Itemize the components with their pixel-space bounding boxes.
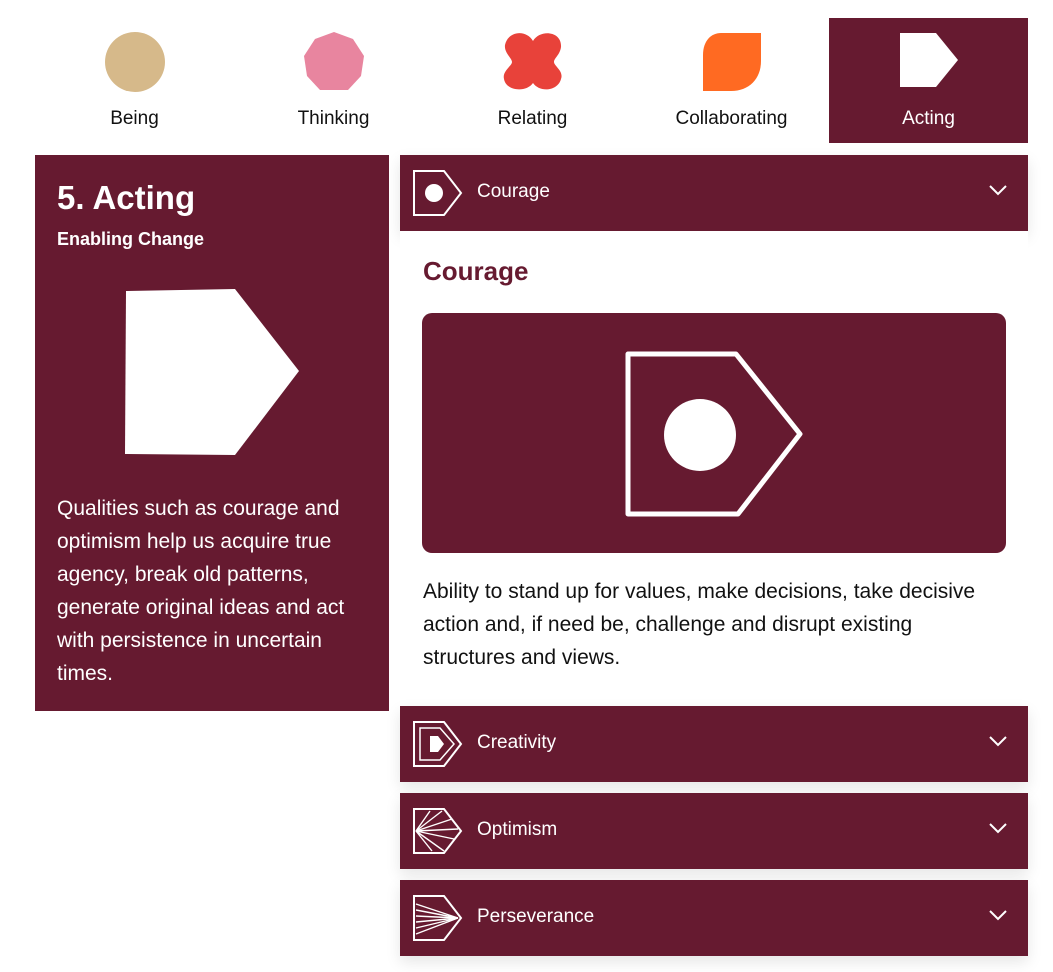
accordion-label: Perseverance	[477, 906, 595, 927]
chevron-down-icon	[989, 185, 1007, 196]
tab-acting[interactable]: Acting	[829, 18, 1028, 143]
accordion-item-courage[interactable]: Courage	[400, 155, 1028, 231]
quatrefoil-shape-icon	[503, 33, 562, 90]
leaf-shape-icon	[703, 33, 761, 91]
accordion-label: Creativity	[477, 732, 557, 753]
circle-shape-icon	[105, 32, 165, 92]
pentagon-arrow-shape-icon	[900, 33, 958, 87]
perseverance-icon	[413, 895, 463, 941]
tab-label: Acting	[902, 108, 955, 129]
pentagon-arrow-shape-icon	[125, 289, 299, 455]
panel-text: Ability to stand up for values, make dec…	[423, 580, 976, 669]
accordion-item-perseverance[interactable]: Perseverance	[400, 880, 1028, 956]
tab-label: Relating	[497, 108, 568, 129]
courage-icon	[413, 170, 463, 216]
category-subtitle: Enabling Change	[57, 229, 205, 249]
accordion-item-optimism[interactable]: Optimism	[400, 793, 1028, 869]
accordion-label: Courage	[477, 181, 550, 202]
category-description: Qualities such as courage and optimism h…	[57, 497, 345, 685]
category-info-card: 5. Acting Enabling Change Qualities such…	[35, 155, 389, 711]
tab-label: Thinking	[297, 108, 370, 129]
panel-heading: Courage	[423, 256, 529, 286]
nonagon-shape-icon	[304, 32, 364, 90]
tab-being[interactable]: Being	[35, 18, 234, 143]
accordion-panel-courage: Courage Ability to stand up for values, …	[400, 231, 1028, 706]
tab-thinking[interactable]: Thinking	[234, 18, 433, 143]
courage-illustration	[422, 313, 1006, 553]
accordion-item-creativity[interactable]: Creativity	[400, 706, 1028, 782]
accordion-label: Optimism	[477, 819, 558, 840]
chevron-down-icon	[989, 910, 1007, 921]
chevron-down-icon	[989, 736, 1007, 747]
tab-collaborating[interactable]: Collaborating	[632, 18, 831, 143]
tab-label: Collaborating	[675, 108, 788, 129]
tab-relating[interactable]: Relating	[433, 18, 632, 143]
category-title: 5. Acting	[57, 179, 196, 216]
category-tabs: Being Thinking Relating Collaborating Ac…	[35, 18, 1028, 143]
courage-icon	[625, 351, 803, 517]
chevron-down-icon	[989, 823, 1007, 834]
creativity-icon	[413, 721, 463, 767]
optimism-icon	[413, 808, 463, 854]
tab-label: Being	[110, 108, 159, 129]
